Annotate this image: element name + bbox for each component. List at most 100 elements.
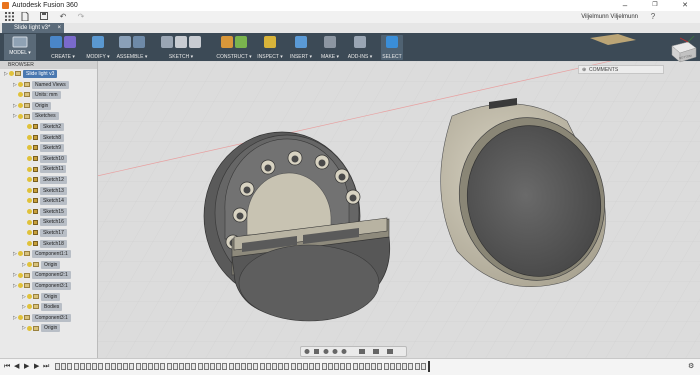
visibility-bulb-icon[interactable] xyxy=(18,314,23,320)
timeline-feature[interactable] xyxy=(117,363,122,370)
visibility-bulb-icon[interactable] xyxy=(27,293,32,299)
timeline-feature[interactable] xyxy=(296,363,302,370)
timeline-feature[interactable] xyxy=(420,363,426,370)
visibility-bulb-icon[interactable] xyxy=(27,198,32,204)
browser-node[interactable]: Sketch8 xyxy=(22,133,65,142)
browser-node[interactable]: Sketch9 xyxy=(22,144,65,153)
visibility-bulb-icon[interactable] xyxy=(18,272,23,278)
browser-node[interactable]: ▷ Origin xyxy=(22,324,61,333)
timeline-feature[interactable] xyxy=(73,363,79,370)
timeline-feature[interactable] xyxy=(272,363,277,370)
maximize-button[interactable]: ❐ xyxy=(640,0,670,11)
visibility-bulb-icon[interactable] xyxy=(27,208,32,214)
timeline-feature[interactable] xyxy=(284,363,290,370)
timeline-feature[interactable] xyxy=(55,363,60,370)
undo-icon[interactable]: ↶ xyxy=(58,12,68,22)
timeline-feature[interactable] xyxy=(172,363,178,370)
timeline-feature[interactable] xyxy=(191,363,197,370)
close-window-button[interactable]: ✕ xyxy=(670,0,700,11)
browser-node[interactable]: Sketch14 xyxy=(22,197,67,206)
browser-node[interactable]: Sketch16 xyxy=(22,218,67,227)
visibility-bulb-icon[interactable] xyxy=(18,102,23,108)
timeline-feature[interactable] xyxy=(185,363,191,370)
file-icon[interactable] xyxy=(20,11,30,22)
visibility-bulb-icon[interactable] xyxy=(18,283,23,289)
visibility-bulb-icon[interactable] xyxy=(18,113,23,119)
timeline-feature[interactable] xyxy=(371,363,377,370)
timeline-feature[interactable] xyxy=(321,363,327,370)
visibility-bulb-icon[interactable] xyxy=(27,155,32,161)
timeline-feature[interactable] xyxy=(327,363,333,370)
timeline-feature[interactable] xyxy=(197,363,203,370)
browser-node[interactable]: Sketch17 xyxy=(22,229,67,237)
visibility-bulb-icon[interactable] xyxy=(27,219,32,225)
timeline-feature[interactable] xyxy=(222,363,228,370)
timeline-feature[interactable] xyxy=(247,363,253,370)
timeline-feature[interactable] xyxy=(216,363,222,370)
app-grid-icon[interactable] xyxy=(4,12,14,22)
close-tab-icon[interactable]: × xyxy=(57,23,61,33)
help-icon[interactable]: ? xyxy=(648,12,658,22)
browser-node[interactable]: Units: mm xyxy=(13,91,61,100)
timeline-feature[interactable] xyxy=(110,363,116,370)
timeline-back-button[interactable]: ◀ xyxy=(14,363,19,371)
timeline-feature[interactable] xyxy=(334,363,339,370)
insert-menu[interactable]: INSERT ▾ xyxy=(288,35,314,60)
timeline-feature[interactable] xyxy=(352,363,358,370)
timeline-forward-button[interactable]: ▶ xyxy=(34,363,39,371)
browser-node[interactable]: Sketch2 xyxy=(22,123,65,131)
visibility-bulb-icon[interactable] xyxy=(27,134,32,140)
redo-icon[interactable]: ↷ xyxy=(76,12,86,22)
timeline-feature[interactable] xyxy=(265,363,271,370)
browser-node[interactable]: ▷ Named Views xyxy=(13,80,69,89)
timeline-feature[interactable] xyxy=(253,363,259,370)
timeline-feature[interactable] xyxy=(340,363,346,370)
browser-node[interactable]: Sketch12 xyxy=(22,176,67,184)
timeline-feature[interactable] xyxy=(166,363,172,370)
browser-node[interactable]: ▷ Component3:1 xyxy=(13,282,71,290)
visibility-bulb-icon[interactable] xyxy=(27,240,32,246)
browser-node[interactable]: Sketch10 xyxy=(22,154,67,163)
browser-node[interactable]: ▷ Origin xyxy=(22,260,61,269)
browser-node[interactable]: ▷ Origin xyxy=(22,292,61,301)
browser-node[interactable]: ▷ Component2:1 xyxy=(13,271,71,280)
timeline-feature[interactable] xyxy=(104,363,110,370)
document-tab[interactable]: Slide light v3* × xyxy=(2,23,64,33)
timeline-feature[interactable] xyxy=(290,363,296,370)
timeline-feature[interactable] xyxy=(135,363,141,370)
timeline-feature[interactable] xyxy=(210,363,215,370)
select-menu[interactable]: SELECT ▾ xyxy=(381,35,403,66)
modify-menu[interactable]: MODIFY ▾ xyxy=(84,35,112,60)
viewport-canvas[interactable] xyxy=(97,61,700,358)
browser-node[interactable]: ▷ Sketches xyxy=(13,112,59,121)
timeline-start-button[interactable]: ⏮ xyxy=(4,363,10,371)
visibility-bulb-icon[interactable] xyxy=(18,81,23,87)
timeline-feature[interactable] xyxy=(92,363,98,370)
visibility-bulb-icon[interactable] xyxy=(27,145,32,151)
timeline-feature[interactable] xyxy=(129,363,135,370)
timeline-feature[interactable] xyxy=(365,363,370,370)
timeline-feature[interactable] xyxy=(396,363,401,370)
timeline-feature[interactable] xyxy=(259,363,265,370)
create-menu[interactable]: CREATE ▾ xyxy=(44,35,82,60)
timeline-feature[interactable] xyxy=(346,363,352,370)
timeline-feature[interactable] xyxy=(141,363,147,370)
visibility-bulb-icon[interactable] xyxy=(27,325,32,331)
timeline-feature[interactable] xyxy=(179,363,184,370)
timeline-feature[interactable] xyxy=(148,363,153,370)
user-name[interactable]: Viljelmunn Viljelmunn xyxy=(581,12,638,22)
assemble-menu[interactable]: ASSEMBLE ▾ xyxy=(114,35,150,60)
visibility-bulb-icon[interactable] xyxy=(27,261,32,267)
timeline-feature[interactable] xyxy=(61,363,67,370)
timeline-feature[interactable] xyxy=(154,363,160,370)
timeline-feature[interactable] xyxy=(414,363,420,370)
visibility-bulb-icon[interactable] xyxy=(18,92,23,98)
construct-menu[interactable]: CONSTRUCT ▾ xyxy=(215,35,253,60)
timeline-feature[interactable] xyxy=(358,363,364,370)
timeline-feature[interactable] xyxy=(160,363,166,370)
browser-node[interactable]: ▷ Bodies xyxy=(22,303,63,312)
browser-node[interactable]: Sketch11 xyxy=(22,165,67,174)
visibility-bulb-icon[interactable] xyxy=(27,187,32,193)
view-cube[interactable]: BOTTOM xyxy=(668,35,698,64)
visibility-bulb-icon[interactable] xyxy=(27,230,32,236)
